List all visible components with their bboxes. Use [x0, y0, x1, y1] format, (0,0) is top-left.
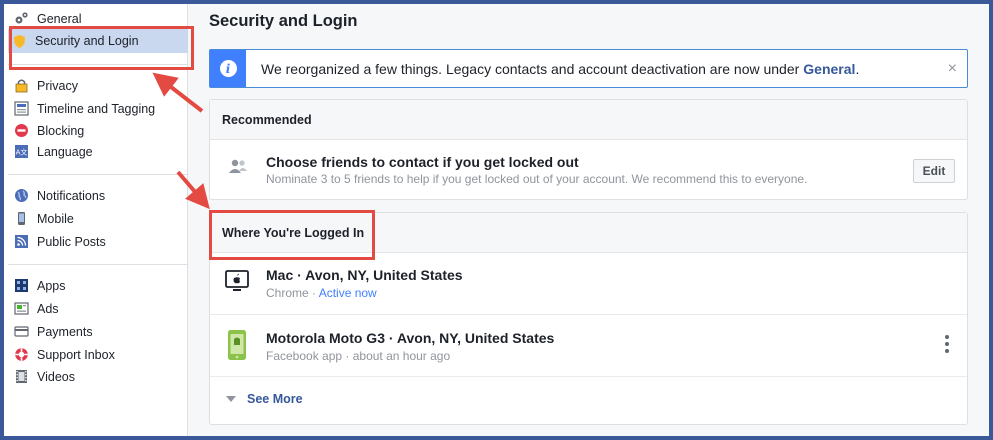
- notice-text: We reorganized a few things. Legacy cont…: [261, 60, 800, 77]
- sidebar-item-label: Mobile: [37, 211, 74, 226]
- trusted-contacts-row: Choose friends to contact if you get loc…: [210, 140, 967, 200]
- sidebar-item-privacy[interactable]: Privacy: [10, 75, 186, 96]
- sidebar-item-videos[interactable]: Videos: [10, 366, 186, 387]
- card-header: Recommended: [210, 100, 967, 140]
- more-options-icon[interactable]: [945, 335, 949, 356]
- settings-page: General Security and Login Privacy Timel…: [4, 4, 989, 436]
- sidebar-item-label: Timeline and Tagging: [37, 101, 156, 116]
- gears-icon: [14, 11, 29, 26]
- close-icon[interactable]: ×: [948, 60, 957, 78]
- lifebuoy-icon: [14, 347, 29, 362]
- language-icon: A文: [14, 144, 29, 159]
- apps-icon: [14, 278, 29, 293]
- sidebar-item-language[interactable]: A文 Language: [10, 141, 186, 162]
- block-icon: [14, 123, 29, 138]
- svg-text:A文: A文: [16, 148, 28, 157]
- see-more-link[interactable]: See More: [210, 377, 967, 421]
- lock-icon: [14, 78, 29, 93]
- general-link[interactable]: General: [803, 61, 855, 77]
- rss-icon: [14, 234, 29, 249]
- sidebar-item-payments[interactable]: Payments: [10, 321, 186, 342]
- sidebar-item-apps[interactable]: Apps: [10, 275, 186, 296]
- row-title: Choose friends to contact if you get loc…: [266, 154, 579, 170]
- sidebar-item-notifications[interactable]: Notifications: [10, 185, 186, 206]
- timeline-icon: [14, 101, 29, 116]
- info-icon: i: [210, 50, 246, 87]
- see-more-label: See More: [247, 392, 303, 406]
- sidebar-item-public-posts[interactable]: Public Posts: [10, 231, 186, 252]
- chevron-down-icon: [226, 396, 236, 402]
- sidebar-divider: [8, 264, 188, 265]
- film-icon: [14, 369, 29, 384]
- sidebar-item-blocking[interactable]: Blocking: [10, 120, 186, 141]
- sidebar-item-label: Privacy: [37, 78, 78, 93]
- sidebar-item-ads[interactable]: Ads: [10, 298, 186, 319]
- phone-icon: [226, 329, 248, 366]
- session-detail: Facebook app · about an hour ago: [266, 349, 451, 363]
- session-detail: Chrome · Active now: [266, 286, 377, 300]
- annotation-box-security: [9, 26, 194, 70]
- recommended-card: Recommended Choose friends to contact if…: [209, 99, 968, 200]
- sidebar-item-label: Payments: [37, 324, 93, 339]
- active-now-status: Active now: [318, 286, 377, 300]
- desktop-icon: [224, 270, 250, 299]
- sidebar-item-label: Blocking: [37, 123, 85, 138]
- sidebar-divider: [8, 174, 188, 175]
- sidebar-item-label: General: [37, 11, 82, 26]
- globe-icon: [14, 188, 29, 203]
- sidebar-item-label: Notifications: [37, 188, 106, 203]
- notice-suffix: .: [855, 60, 860, 77]
- annotation-box-logged-in: [209, 210, 375, 260]
- sidebar-item-label: Videos: [37, 369, 75, 384]
- row-subtitle: Nominate 3 to 5 friends to help if you g…: [266, 172, 808, 186]
- sidebar-item-mobile[interactable]: Mobile: [10, 208, 186, 229]
- session-app: Chrome ·: [266, 286, 319, 300]
- mobile-icon: [14, 211, 29, 226]
- edit-button[interactable]: Edit: [913, 159, 955, 183]
- session-row[interactable]: Mac · Avon, NY, United States Chrome · A…: [210, 253, 967, 315]
- ads-icon: [14, 301, 29, 316]
- sidebar-item-label: Support Inbox: [37, 347, 115, 362]
- reorganized-notice: i We reorganized a few things. Legacy co…: [209, 49, 968, 88]
- friends-icon: [228, 158, 248, 179]
- sidebar-item-label: Apps: [37, 278, 66, 293]
- card-icon: [14, 324, 29, 339]
- sidebar-item-label: Ads: [37, 301, 59, 316]
- session-device: Motorola Moto G3 · Avon, NY, United Stat…: [266, 330, 555, 346]
- sidebar-item-label: Public Posts: [37, 234, 106, 249]
- session-device: Mac · Avon, NY, United States: [266, 267, 463, 283]
- sidebar-item-label: Language: [37, 144, 93, 159]
- sidebar-item-support-inbox[interactable]: Support Inbox: [10, 344, 186, 365]
- page-title: Security and Login: [209, 12, 358, 30]
- sidebar-item-timeline[interactable]: Timeline and Tagging: [10, 98, 186, 119]
- session-row[interactable]: Motorola Moto G3 · Avon, NY, United Stat…: [210, 315, 967, 377]
